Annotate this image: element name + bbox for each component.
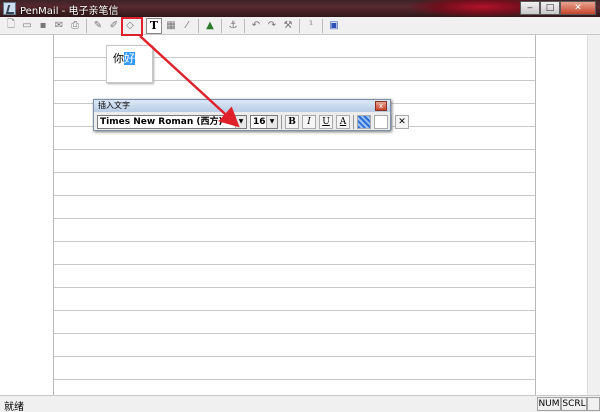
toolbar-separator — [221, 18, 222, 33]
status-bar: 就绪 NUM SCRL — [0, 395, 600, 412]
line-icon[interactable]: ⁄ — [180, 19, 194, 33]
toolbar-separator — [299, 18, 300, 33]
font-size-select[interactable]: 16 ▼ — [250, 115, 278, 129]
window-controls: ‒ □ ✕ — [520, 1, 596, 15]
dialog-separator — [353, 115, 354, 129]
dialog-close-button[interactable]: x — [375, 101, 387, 111]
text-color-button[interactable]: A — [336, 115, 350, 129]
tool-icon[interactable]: ⚒ — [281, 19, 295, 33]
toolbar-separator — [198, 18, 199, 33]
resize-grip-icon[interactable] — [587, 397, 600, 411]
redo-icon[interactable]: ↷ — [265, 19, 279, 33]
save-icon[interactable]: ▪ — [36, 19, 50, 33]
vertical-scrollbar[interactable] — [587, 35, 600, 395]
font-select-value: Times New Roman (西方) — [100, 117, 223, 127]
pen-icon[interactable]: ✎ — [91, 19, 105, 33]
new-file-icon[interactable]: 🗋 — [4, 19, 18, 33]
num-indicator: NUM — [537, 397, 561, 411]
scrl-indicator: SCRL — [561, 397, 587, 411]
right-margin — [535, 35, 587, 395]
toolbar-separator — [322, 18, 323, 33]
text-tool-button[interactable]: T — [146, 17, 162, 34]
mail-icon[interactable]: ✉ — [52, 19, 66, 33]
stamp-icon[interactable]: ▦ — [164, 19, 178, 33]
brush-icon[interactable]: ✐ — [107, 19, 121, 33]
toolbar-separator — [244, 18, 245, 33]
maximize-button[interactable]: □ — [540, 1, 560, 15]
chevron-down-icon[interactable]: ▼ — [266, 116, 277, 128]
minimize-button[interactable]: ‒ — [520, 1, 540, 15]
dialog-separator — [391, 115, 392, 129]
font-size-value: 16 — [253, 117, 266, 127]
italic-button[interactable]: I — [302, 115, 316, 129]
background-pattern-button[interactable] — [357, 115, 371, 129]
main-toolbar: 🗋 ▭ ▪ ✉ ⎙ ✎ ✐ ◇ T ▦ ⁄ ▲ ⚓ ↶ ↷ ⚒ ¹ ▣ — [0, 17, 600, 35]
chevron-down-icon[interactable]: ▼ — [235, 116, 246, 128]
font-select[interactable]: Times New Roman (西方) ▼ — [97, 115, 247, 129]
transparent-background-button[interactable] — [374, 115, 388, 129]
color-fill-icon[interactable]: ▲ — [203, 19, 217, 33]
window-title: PenMail - 电子亲笔信 — [20, 6, 119, 17]
print-icon[interactable]: ⎙ — [68, 19, 82, 33]
undo-icon[interactable]: ↶ — [249, 19, 263, 33]
eraser-icon[interactable]: ◇ — [123, 19, 137, 33]
entry-text-selected: 好 — [124, 52, 135, 65]
dialog-controls: Times New Roman (西方) ▼ 16 ▼ B I U A ✕ — [97, 115, 409, 129]
status-ready: 就绪 — [4, 402, 24, 412]
text-entry-box[interactable]: 你好 — [106, 45, 153, 83]
page-icon[interactable]: ¹ — [304, 19, 318, 33]
dialog-title: 插入文字 — [94, 100, 390, 112]
anchor-icon[interactable]: ⚓ — [226, 19, 240, 33]
toolbar-separator — [141, 18, 142, 33]
image-icon[interactable]: ▣ — [327, 19, 341, 33]
dialog-separator — [281, 115, 282, 129]
title-bar-background-art — [410, 0, 530, 17]
insert-text-dialog: 插入文字 x Times New Roman (西方) ▼ 16 ▼ B I U… — [93, 99, 409, 131]
open-folder-icon[interactable]: ▭ — [20, 19, 34, 33]
canvas-area — [0, 35, 600, 395]
entry-text-normal: 你 — [113, 52, 124, 65]
app-icon[interactable] — [3, 2, 16, 15]
lined-paper[interactable] — [54, 35, 535, 395]
underline-button[interactable]: U — [319, 115, 333, 129]
toolbar-separator — [86, 18, 87, 33]
left-margin — [0, 35, 54, 395]
dialog-cancel-x-button[interactable]: ✕ — [395, 115, 409, 129]
title-bar: PenMail - 电子亲笔信 ‒ □ ✕ — [0, 0, 600, 17]
bold-button[interactable]: B — [285, 115, 299, 129]
close-button[interactable]: ✕ — [560, 1, 596, 15]
text-entry-content: 你好 — [113, 50, 135, 66]
